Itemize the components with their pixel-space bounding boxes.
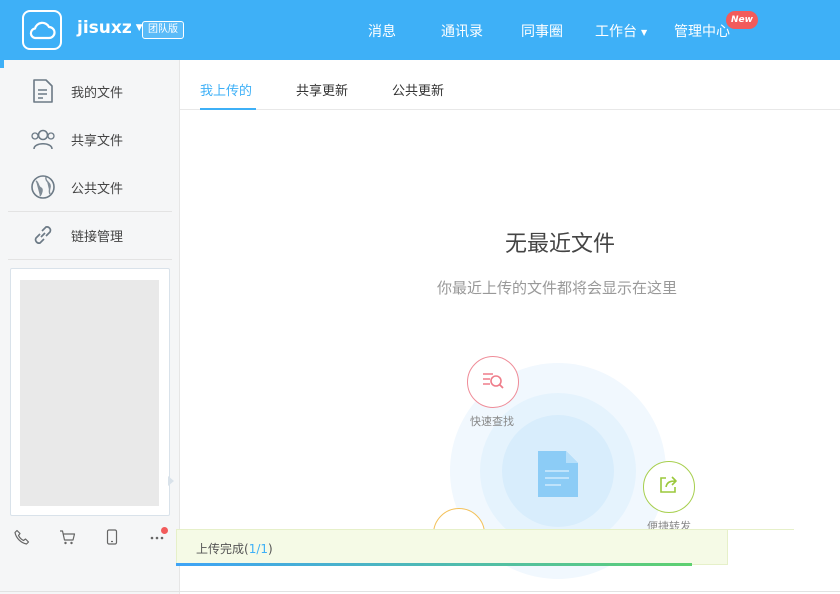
- upload-status-close: ): [268, 542, 273, 556]
- upload-progress-bar: [176, 563, 692, 566]
- sidebar-info-panel: [10, 268, 170, 516]
- nav-admin-center[interactable]: 管理中心: [674, 21, 730, 41]
- nav-workbench[interactable]: 工作台 ▼: [595, 21, 647, 41]
- search-list-icon: [481, 370, 505, 394]
- sidebar-active-marker: [0, 60, 4, 68]
- nav-workbench-label: 工作台: [595, 24, 637, 40]
- quick-forward-feature: [643, 461, 695, 513]
- upload-status-text: 上传完成(1/1): [196, 540, 273, 557]
- empty-state-subtitle: 你最近上传的文件都将会显示在这里: [437, 279, 678, 297]
- sidebar-item-shared-files[interactable]: 共享文件: [8, 115, 172, 163]
- upload-status-label: 上传完成(: [196, 542, 249, 556]
- sidebar-item-label: 我的文件: [71, 85, 124, 101]
- file-illustration-icon: [536, 449, 580, 499]
- users-icon: [30, 126, 56, 152]
- sidebar-item-label: 共享文件: [71, 133, 124, 149]
- sidebar-divider: [8, 259, 172, 260]
- nav-contacts[interactable]: 通讯录: [441, 21, 483, 41]
- tab-bar: [180, 60, 840, 110]
- document-icon: [30, 78, 56, 104]
- cloud-logo-icon[interactable]: [22, 10, 62, 50]
- edition-badge: 团队版: [142, 21, 184, 39]
- window-bottom-border: [0, 591, 840, 592]
- team-name: jisuxz: [77, 18, 132, 38]
- active-tab-underline: [200, 108, 256, 110]
- share-icon: [658, 475, 680, 499]
- new-badge: New: [726, 11, 758, 29]
- globe-icon: [30, 174, 56, 200]
- link-icon: [30, 222, 56, 248]
- cart-icon[interactable]: [58, 528, 76, 546]
- phone-icon[interactable]: [13, 528, 31, 546]
- sidebar-item-label: 公共文件: [71, 181, 124, 197]
- empty-state-title: 无最近文件: [505, 232, 616, 257]
- sidebar-item-public-files[interactable]: 公共文件: [8, 163, 172, 211]
- tab-shared-updates[interactable]: 共享更新: [296, 80, 348, 99]
- sidebar-item-link-management[interactable]: 链接管理: [8, 211, 172, 259]
- sidebar-item-my-files[interactable]: 我的文件: [8, 67, 172, 115]
- sidebar-item-label: 链接管理: [71, 229, 124, 245]
- team-name-dropdown[interactable]: jisuxz ▼: [77, 18, 143, 38]
- tab-public-updates[interactable]: 公共更新: [392, 80, 444, 99]
- sidebar-panel-placeholder: [20, 280, 159, 506]
- tab-my-uploads[interactable]: 我上传的: [200, 80, 252, 99]
- caret-down-icon: ▼: [641, 27, 648, 37]
- quick-search-label: 快速查找: [470, 415, 514, 428]
- nav-colleague-circle[interactable]: 同事圈: [521, 21, 563, 41]
- upload-count: 1/1: [248, 542, 268, 556]
- notification-dot: [161, 527, 168, 534]
- mobile-icon[interactable]: [103, 528, 121, 546]
- upload-bar-edge: [728, 529, 794, 530]
- panel-pointer: [168, 476, 174, 486]
- nav-messages[interactable]: 消息: [368, 21, 396, 41]
- quick-search-feature: [467, 356, 519, 408]
